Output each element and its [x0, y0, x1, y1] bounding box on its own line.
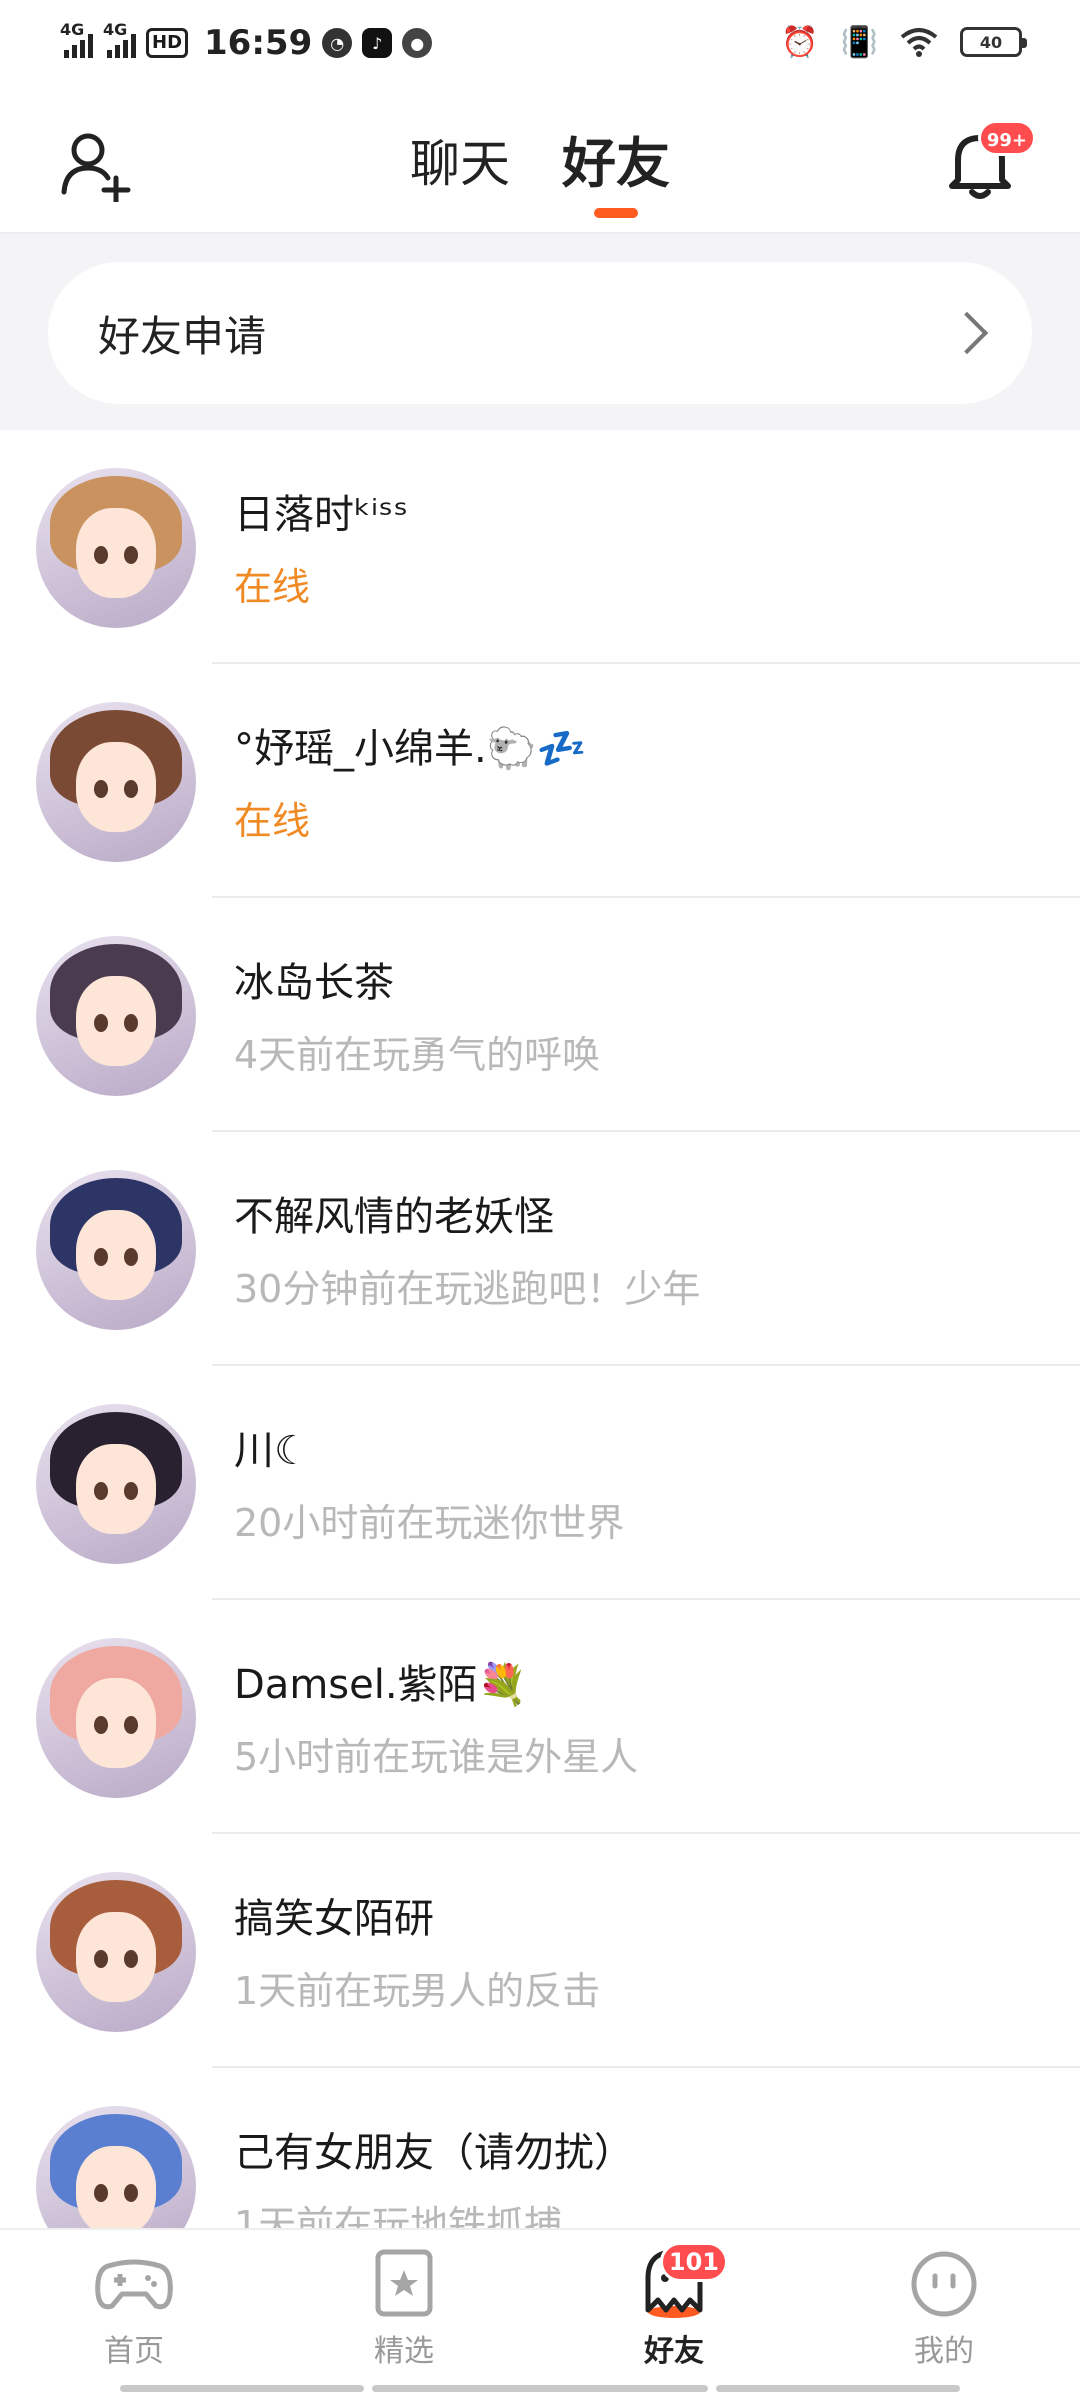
- avatar[interactable]: [36, 1404, 196, 1564]
- avatar-eye: [94, 1482, 108, 1500]
- tiktok-icon: ♪: [362, 28, 393, 58]
- avatar[interactable]: [36, 468, 196, 628]
- avatar-face: [76, 1210, 156, 1300]
- avatar[interactable]: [36, 702, 196, 862]
- friend-row[interactable]: 冰岛长茶 4天前在玩勇气的呼唤: [0, 898, 1080, 1132]
- avatar-face: [76, 742, 156, 832]
- battery-icon: 40: [960, 27, 1027, 57]
- clock: 16:59: [204, 23, 313, 63]
- avatar-eye: [124, 1716, 138, 1734]
- status-bar: 4G 4G HD 16:59 ◔ ♪ ● ⏰ 📳 40: [0, 0, 1080, 86]
- gesture-bar: [120, 2385, 364, 2392]
- nav-friends[interactable]: 101 好友: [574, 2242, 774, 2370]
- avatar-eye: [94, 546, 108, 564]
- nav-featured[interactable]: 精选: [304, 2248, 504, 2370]
- friend-list[interactable]: 日落时ᵏⁱˢˢ 在线 °妤瑶_小绵羊.🐑💤 在线 冰岛长茶 4天前在玩勇气的呼唤 不解风情的…: [0, 430, 1080, 2228]
- friend-status: 30分钟前在玩逃跑吧！少年: [234, 1267, 701, 1311]
- nav-featured-label: 精选: [374, 2334, 434, 2369]
- gesture-bar: [716, 2385, 960, 2392]
- nav-home[interactable]: 首页: [34, 2248, 234, 2370]
- top-header: 聊天 好友 99+: [0, 86, 1080, 234]
- avatar-eye: [94, 1014, 108, 1032]
- header-tabs: 聊天 好友: [0, 122, 1080, 212]
- alarm-icon: ⏰: [781, 24, 819, 60]
- avatar-eye: [94, 1716, 108, 1734]
- face-icon: [911, 2251, 977, 2317]
- gesture-bar: [372, 2385, 708, 2392]
- avatar[interactable]: [36, 1638, 196, 1798]
- friend-name: °妤瑶_小绵羊.🐑💤: [234, 726, 587, 772]
- avatar-face: [76, 1444, 156, 1534]
- wifi-icon: [900, 28, 938, 57]
- friend-name: 日落时ᵏⁱˢˢ: [234, 492, 409, 538]
- avatar-eye: [94, 780, 108, 798]
- star-card-icon: [375, 2249, 433, 2317]
- avatar-eye: [124, 1248, 138, 1266]
- friend-name: 己有女朋友（请勿扰）: [234, 2130, 634, 2176]
- avatar[interactable]: [36, 936, 196, 1096]
- network-type-label: 4G: [60, 20, 85, 39]
- notification-badge: 99+: [977, 120, 1036, 156]
- avatar[interactable]: [36, 1872, 196, 2032]
- friend-request-button[interactable]: 好友申请: [48, 262, 1032, 404]
- friend-status: 1天前在玩男人的反击: [234, 1969, 601, 2013]
- gamepad-icon: [95, 2259, 173, 2310]
- avatar-face: [76, 2146, 156, 2228]
- friend-status: 5小时前在玩谁是外星人: [234, 1735, 639, 1779]
- avatar-eye: [124, 780, 138, 798]
- speed-icon: ◔: [322, 28, 353, 58]
- notification-button[interactable]: 99+: [940, 120, 1036, 204]
- battery-level: 40: [979, 32, 1003, 52]
- avatar[interactable]: [36, 1170, 196, 1330]
- tab-friends[interactable]: 好友: [562, 122, 670, 212]
- friend-row[interactable]: Damsel.紫陌💐 5小时前在玩谁是外星人: [0, 1600, 1080, 1834]
- friend-status: 在线: [234, 565, 311, 609]
- signal-icon: 4G: [103, 20, 136, 58]
- avatar[interactable]: [36, 2106, 196, 2228]
- avatar-eye: [94, 1950, 108, 1968]
- friend-request-label: 好友申请: [98, 311, 267, 361]
- avatar-eye: [94, 2184, 108, 2202]
- avatar-eye: [124, 546, 138, 564]
- friend-request-section: 好友申请: [0, 234, 1080, 430]
- hd-icon: HD: [146, 28, 189, 58]
- avatar-face: [76, 1912, 156, 2002]
- nav-me[interactable]: 我的: [844, 2248, 1044, 2370]
- friend-status: 1天前在玩地铁抓捕: [234, 2203, 563, 2228]
- avatar-face: [76, 1678, 156, 1768]
- chevron-right-icon: [945, 311, 989, 355]
- network-type-label: 4G: [103, 20, 128, 39]
- nav-home-label: 首页: [104, 2334, 164, 2369]
- avatar-eye: [124, 2184, 138, 2202]
- signal-icon: 4G: [60, 20, 93, 58]
- friend-row[interactable]: 日落时ᵏⁱˢˢ 在线: [0, 430, 1080, 664]
- avatar-eye: [94, 1248, 108, 1266]
- friend-name: 搞笑女陌研: [234, 1896, 434, 1942]
- friend-row[interactable]: 川☾ 20小时前在玩迷你世界: [0, 1366, 1080, 1600]
- avatar-eye: [124, 1482, 138, 1500]
- friend-status: 20小时前在玩迷你世界: [234, 1501, 625, 1545]
- bottom-nav: 首页 精选 101 好友 我的: [0, 2228, 1080, 2400]
- friend-row[interactable]: 己有女朋友（请勿扰） 1天前在玩地铁抓捕: [0, 2068, 1080, 2228]
- friend-name: 不解风情的老妖怪: [234, 1194, 554, 1240]
- friend-name: 川☾: [234, 1428, 310, 1474]
- friend-row[interactable]: 不解风情的老妖怪 30分钟前在玩逃跑吧！少年: [0, 1132, 1080, 1366]
- friend-row[interactable]: °妤瑶_小绵羊.🐑💤 在线: [0, 664, 1080, 898]
- friend-name: Damsel.紫陌💐: [234, 1662, 528, 1708]
- tab-chat[interactable]: 聊天: [410, 122, 510, 212]
- avatar-eye: [124, 1950, 138, 1968]
- friend-status: 4天前在玩勇气的呼唤: [234, 1033, 601, 1077]
- avatar-face: [76, 976, 156, 1066]
- friend-row[interactable]: 搞笑女陌研 1天前在玩男人的反击: [0, 1834, 1080, 2068]
- vibrate-icon: 📳: [840, 24, 878, 60]
- avatar-face: [76, 508, 156, 598]
- friend-name: 冰岛长茶: [234, 960, 394, 1006]
- nav-me-label: 我的: [914, 2334, 974, 2369]
- avatar-eye: [124, 1014, 138, 1032]
- nav-friends-badge: 101: [659, 2242, 728, 2282]
- wechat-icon: ●: [402, 28, 433, 58]
- friend-status: 在线: [234, 799, 311, 843]
- nav-friends-label: 好友: [644, 2334, 704, 2369]
